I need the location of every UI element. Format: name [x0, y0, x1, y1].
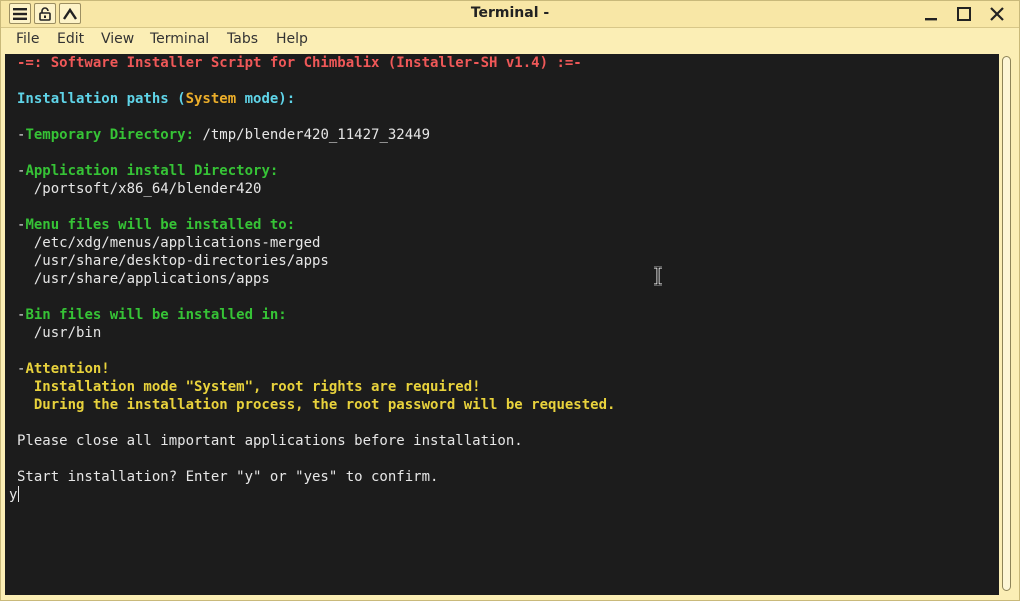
temp-dir-label: Temporary Directory:: [25, 127, 195, 143]
menu-edit[interactable]: Edit: [55, 31, 86, 47]
menu-tabs[interactable]: Tabs: [225, 31, 260, 47]
vertical-scrollbar[interactable]: [1000, 54, 1014, 595]
terminal-window: Terminal - File Edit View Terminal Tabs …: [0, 0, 1020, 601]
maximize-icon: [957, 7, 971, 21]
attention-label: Attention!: [25, 361, 110, 377]
menu-files-line: -Menu files will be installed to:: [17, 216, 295, 234]
menu-file[interactable]: File: [14, 31, 41, 47]
title-bar[interactable]: Terminal -: [1, 1, 1019, 28]
paths-label-start: Installation paths (: [17, 91, 186, 107]
user-input-line[interactable]: y: [9, 486, 20, 504]
app-dir-label: Application install Directory:: [25, 163, 279, 179]
install-paths-heading: Installation paths (System mode):: [17, 90, 295, 108]
ibeam-cursor-icon: [654, 266, 662, 286]
attention-message: Installation mode "System", root rights …: [17, 379, 481, 395]
close-button[interactable]: [983, 2, 1011, 26]
maximize-button[interactable]: [950, 2, 978, 26]
text-cursor: [18, 486, 20, 502]
app-dir-line: -Application install Directory:: [17, 162, 278, 180]
bin-file-path: /usr/bin: [17, 325, 102, 341]
scrollbar-thumb[interactable]: [1002, 56, 1011, 591]
menu-file-path: /usr/share/applications/apps: [17, 271, 270, 287]
menu-view[interactable]: View: [99, 31, 136, 47]
bin-files-label: Bin files will be installed in:: [25, 307, 287, 323]
menu-files-label: Menu files will be installed to:: [25, 217, 296, 233]
menu-terminal[interactable]: Terminal: [148, 31, 211, 47]
temp-dir-value: /tmp/blender420_11427_32449: [194, 127, 431, 143]
terminal-output[interactable]: -=: Software Installer Script for Chimba…: [5, 54, 999, 595]
window-title: Terminal -: [470, 5, 550, 21]
menu-file-path: /etc/xdg/menus/applications-merged: [17, 235, 321, 251]
attention-line: -Attention!: [17, 360, 110, 378]
app-dir-value: /portsoft/x86_64/blender420: [17, 181, 262, 197]
menu-file-path: /usr/share/desktop-directories/apps: [17, 253, 329, 269]
minimize-button[interactable]: [917, 2, 945, 26]
temp-dir-line: -Temporary Directory: /tmp/blender420_11…: [17, 126, 430, 144]
menu-bar: File Edit View Terminal Tabs Help: [1, 28, 1019, 52]
attention-message: During the installation process, the roo…: [17, 397, 616, 413]
paths-label-end: mode):: [236, 91, 296, 107]
paths-mode: System: [185, 91, 237, 107]
user-input: y: [9, 487, 18, 503]
menu-help[interactable]: Help: [274, 31, 310, 47]
confirm-prompt: Start installation? Enter "y" or "yes" t…: [17, 469, 439, 485]
close-apps-notice: Please close all important applications …: [17, 433, 523, 449]
close-icon: [990, 7, 1004, 21]
installer-header: -=: Software Installer Script for Chimba…: [17, 55, 582, 71]
bin-files-line: -Bin files will be installed in:: [17, 306, 287, 324]
minimize-icon: [925, 18, 937, 21]
